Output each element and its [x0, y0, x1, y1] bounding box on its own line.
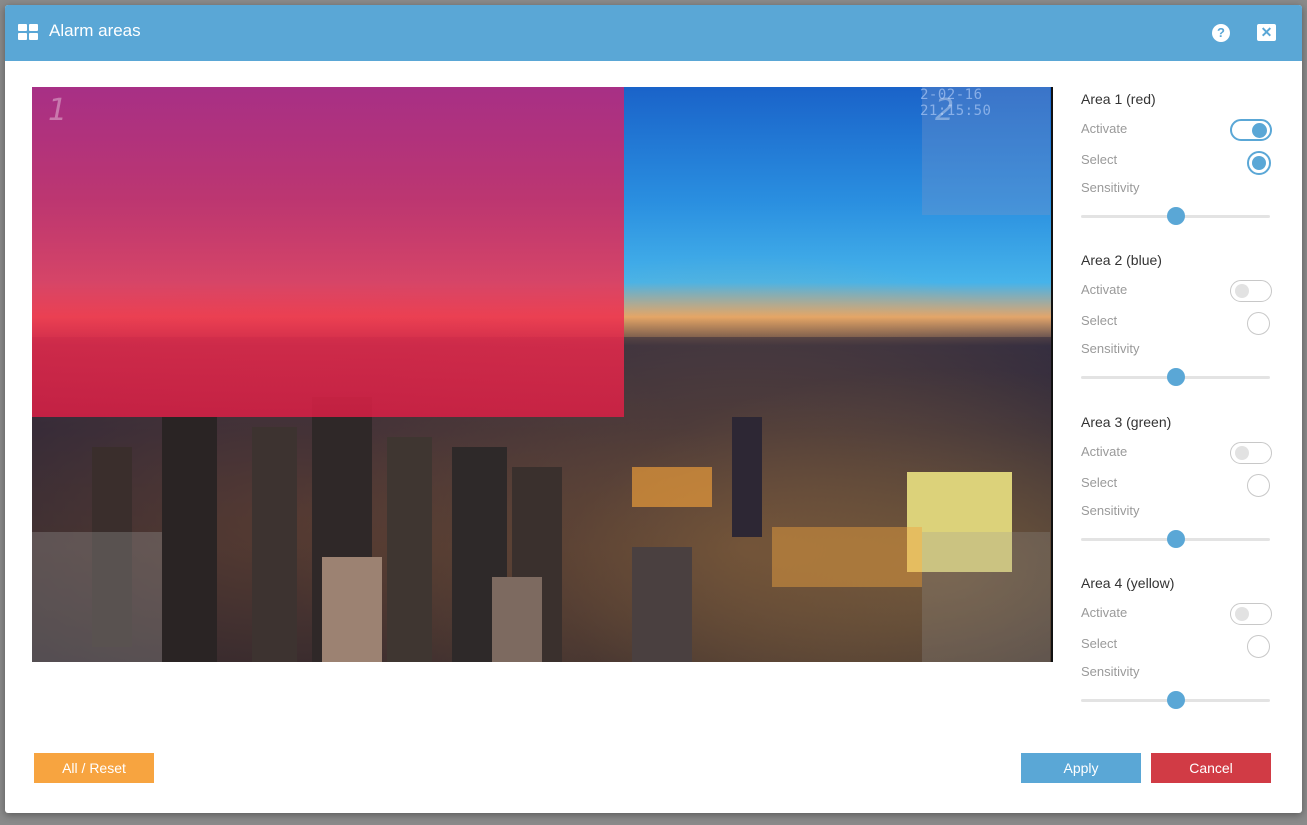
area-4-title: Area 4 (yellow) [1081, 575, 1175, 591]
apply-button[interactable]: Apply [1021, 753, 1141, 783]
alarm-areas-dialog: Alarm areas ? ✕ 1 2 2-02-16 21:15:50 Are… [5, 5, 1302, 813]
alarm-zone-4[interactable] [922, 532, 1050, 662]
area-1-activate-toggle[interactable] [1230, 119, 1272, 141]
camera-preview[interactable]: 1 2 2-02-16 21:15:50 [32, 87, 1053, 662]
area-1-title: Area 1 (red) [1081, 91, 1156, 107]
activate-label: Activate [1081, 282, 1128, 297]
cancel-button[interactable]: Cancel [1151, 753, 1271, 783]
area-2-title: Area 2 (blue) [1081, 252, 1162, 268]
area-3-sensitivity-slider[interactable] [1081, 530, 1270, 548]
area-3-activate-toggle[interactable] [1230, 442, 1272, 464]
area-3-settings: Area 3 (green) Activate Select Sensitivi… [1080, 410, 1280, 571]
area-1-settings: Area 1 (red) Activate Select Sensitivity [1080, 87, 1280, 248]
grid-icon [18, 24, 38, 40]
area-2-activate-toggle[interactable] [1230, 280, 1272, 302]
area-4-activate-toggle[interactable] [1230, 603, 1272, 625]
all-reset-button[interactable]: All / Reset [34, 753, 154, 783]
area-3-sensitivity-thumb[interactable] [1166, 530, 1185, 548]
dialog-titlebar: Alarm areas ? ✕ [5, 5, 1302, 61]
select-label: Select [1081, 636, 1118, 651]
area-4-sensitivity-slider[interactable] [1081, 691, 1270, 709]
select-label: Select [1081, 313, 1118, 328]
area-4-settings: Area 4 (yellow) Activate Select Sensitiv… [1080, 571, 1280, 732]
help-icon[interactable]: ? [1212, 24, 1230, 42]
dialog-title: Alarm areas [49, 21, 141, 40]
sensitivity-label: Sensitivity [1081, 503, 1140, 518]
area-1-sensitivity-slider[interactable] [1081, 207, 1270, 225]
area-4-sensitivity-thumb[interactable] [1166, 691, 1185, 709]
area-4-select-radio[interactable] [1247, 635, 1270, 658]
area-1-select-radio[interactable] [1247, 151, 1271, 175]
area-3-select-radio[interactable] [1247, 474, 1270, 497]
close-icon[interactable]: ✕ [1257, 24, 1276, 41]
activate-label: Activate [1081, 605, 1128, 620]
area-1-sensitivity-thumb[interactable] [1166, 207, 1185, 225]
select-label: Select [1081, 152, 1118, 167]
activate-label: Activate [1081, 121, 1128, 136]
camera-timestamp: 2-02-16 21:15:50 [920, 87, 992, 119]
area-2-sensitivity-slider[interactable] [1081, 368, 1270, 386]
zone-label-1: 1 [48, 93, 68, 128]
alarm-zone-3[interactable] [32, 532, 162, 662]
area-2-sensitivity-thumb[interactable] [1166, 368, 1185, 386]
select-label: Select [1081, 475, 1118, 490]
area-2-settings: Area 2 (blue) Activate Select Sensitivit… [1080, 248, 1280, 409]
area-3-title: Area 3 (green) [1081, 414, 1172, 430]
sensitivity-label: Sensitivity [1081, 180, 1140, 195]
sensitivity-label: Sensitivity [1081, 664, 1140, 679]
preview-divider [1051, 87, 1053, 662]
area-2-select-radio[interactable] [1247, 312, 1270, 335]
activate-label: Activate [1081, 444, 1128, 459]
alarm-zone-1[interactable] [32, 87, 624, 417]
sensitivity-label: Sensitivity [1081, 341, 1140, 356]
